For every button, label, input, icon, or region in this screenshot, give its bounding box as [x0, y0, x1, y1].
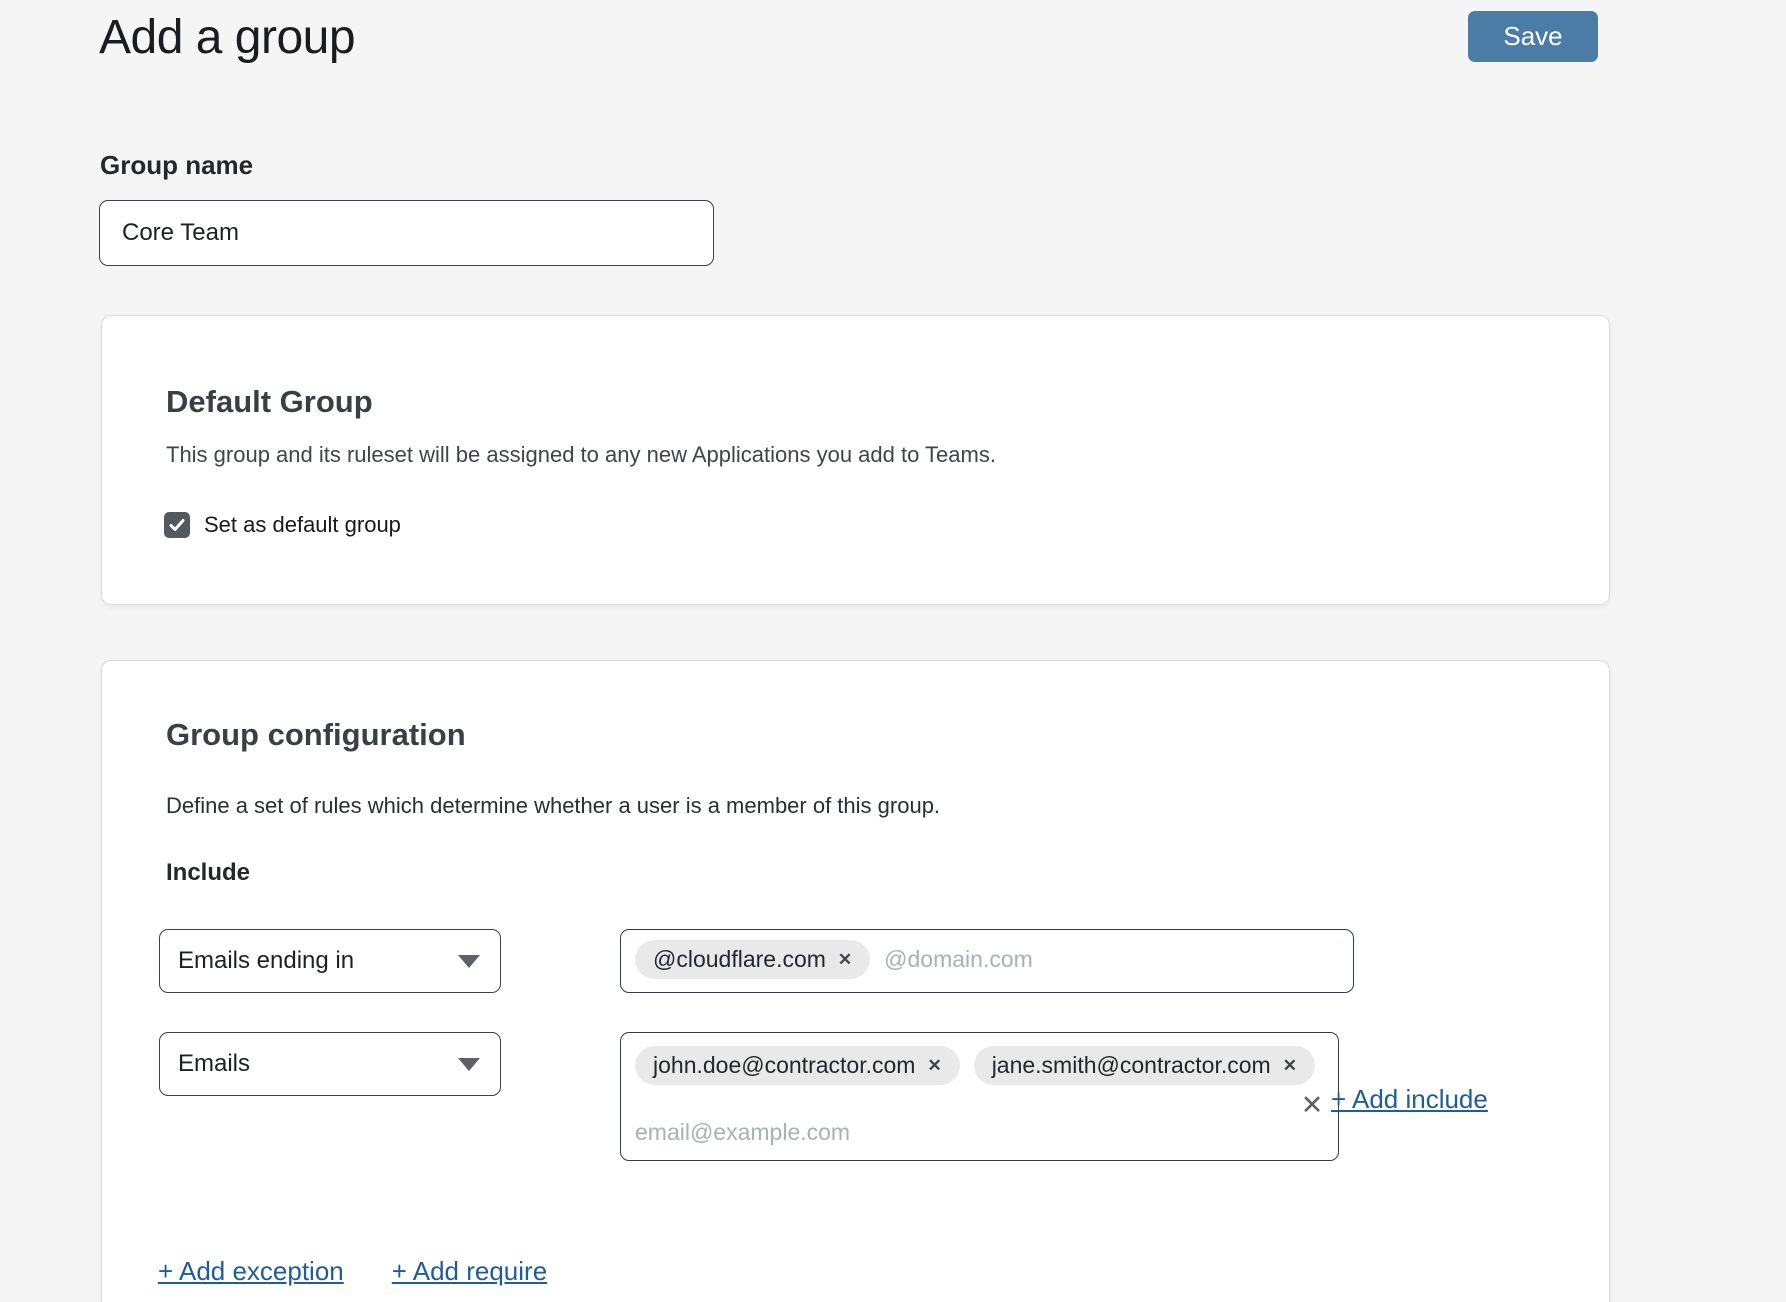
tag-pill: @cloudflare.com ✕ [635, 940, 870, 979]
rule-type-select-2[interactable]: Emails [159, 1032, 501, 1096]
rule-value-text-input-1[interactable] [884, 940, 1339, 979]
rule-type-select-2-value: Emails [178, 1050, 250, 1078]
default-group-checkbox-row[interactable]: Set as default group [164, 512, 401, 538]
default-group-description: This group and its ruleset will be assig… [166, 442, 996, 468]
rule-action-links: + Add exception + Add require [158, 1256, 547, 1287]
chevron-down-icon [458, 1058, 480, 1071]
tag-remove-icon[interactable]: ✕ [1283, 1057, 1297, 1074]
default-group-card: Default Group This group and its ruleset… [101, 315, 1610, 605]
group-configuration-description: Define a set of rules which determine wh… [166, 793, 940, 819]
tag-label: @cloudflare.com [653, 946, 826, 973]
add-group-page: Add a group Save Group name Default Grou… [0, 0, 1786, 1302]
tag-pill: jane.smith@contractor.com ✕ [974, 1046, 1315, 1085]
rule-value-input-2[interactable]: john.doe@contractor.com ✕ jane.smith@con… [620, 1032, 1339, 1161]
rule-type-select-1-value: Emails ending in [178, 947, 354, 975]
remove-rule-icon[interactable]: ✕ [1294, 1087, 1330, 1123]
add-include-link[interactable]: + Add include [1331, 1084, 1488, 1115]
group-configuration-title: Group configuration [166, 717, 466, 753]
include-label: Include [166, 859, 250, 887]
tag-pill: john.doe@contractor.com ✕ [635, 1046, 960, 1085]
tag-remove-icon[interactable]: ✕ [927, 1057, 941, 1074]
group-configuration-card: Group configuration Define a set of rule… [101, 660, 1610, 1302]
checkbox-checked-icon[interactable] [164, 512, 190, 538]
group-name-label: Group name [100, 150, 253, 181]
page-title: Add a group [99, 10, 355, 65]
add-exception-link[interactable]: + Add exception [158, 1256, 344, 1287]
save-button[interactable]: Save [1468, 11, 1598, 62]
rule-value-text-input-2[interactable] [635, 1113, 1324, 1152]
tag-label: john.doe@contractor.com [653, 1052, 915, 1079]
group-name-input[interactable] [99, 200, 714, 266]
chevron-down-icon [458, 955, 480, 968]
checkbox-label: Set as default group [204, 512, 401, 538]
rule-type-select-1[interactable]: Emails ending in [159, 929, 501, 993]
tag-label: jane.smith@contractor.com [992, 1052, 1271, 1079]
check-icon [168, 516, 186, 534]
rule-value-input-1[interactable]: @cloudflare.com ✕ [620, 929, 1354, 993]
add-require-link[interactable]: + Add require [392, 1256, 547, 1287]
default-group-title: Default Group [166, 384, 373, 420]
tag-remove-icon[interactable]: ✕ [838, 951, 852, 968]
